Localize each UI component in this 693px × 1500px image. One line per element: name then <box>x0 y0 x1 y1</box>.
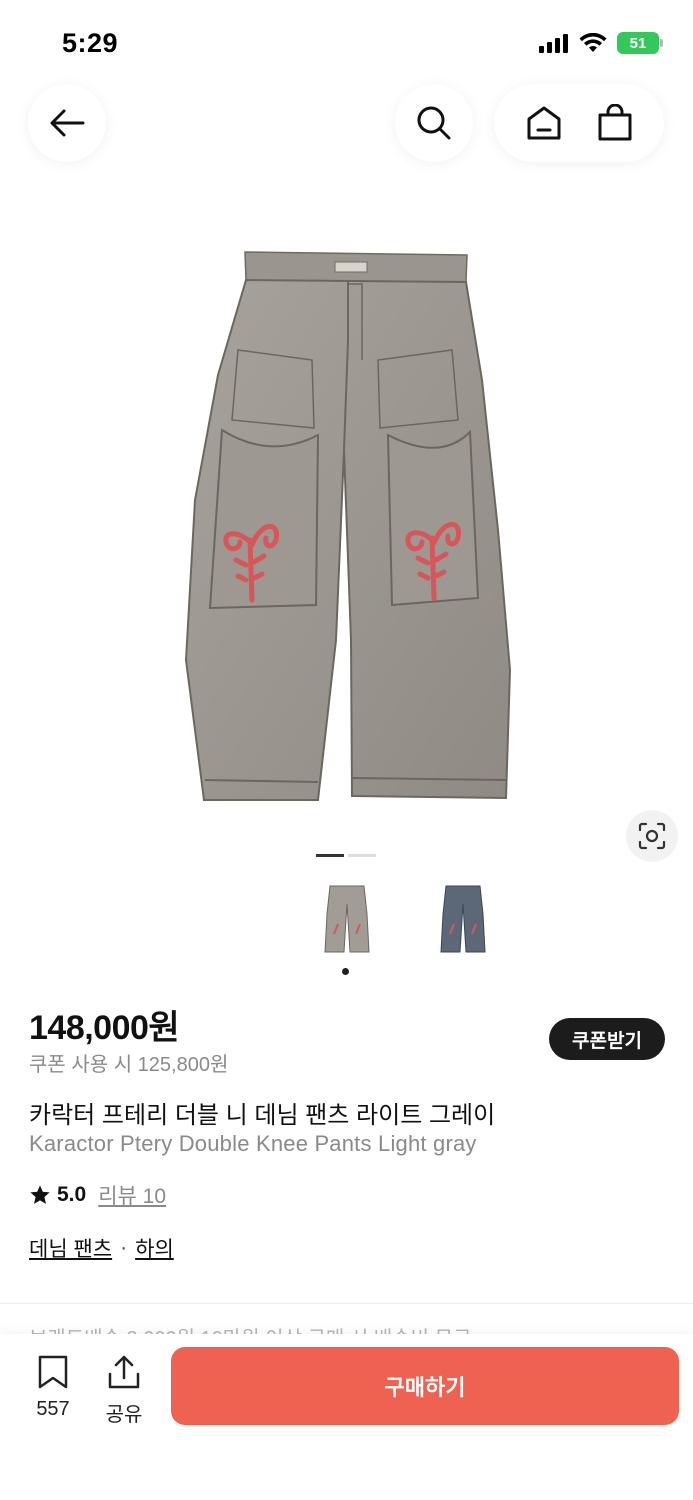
cellular-signal-icon <box>539 34 568 53</box>
search-button[interactable] <box>395 84 473 162</box>
cart-button[interactable] <box>597 104 633 142</box>
bookmark-button[interactable]: 557 <box>23 1354 83 1421</box>
pager-dot <box>348 854 376 857</box>
rating-row: 5.0 리뷰 10 <box>29 1180 166 1210</box>
share-label: 공유 <box>105 1404 143 1426</box>
home-button[interactable] <box>526 105 562 141</box>
nav-action-group <box>494 84 664 162</box>
arrow-left-icon <box>50 109 85 137</box>
status-time: 5:29 <box>62 28 119 58</box>
battery-icon: 51 <box>617 32 663 54</box>
bookmark-count: 557 <box>36 1398 70 1420</box>
bookmark-icon <box>38 1355 68 1389</box>
image-pager <box>316 854 376 857</box>
pager-dot-active <box>316 854 344 857</box>
back-button[interactable] <box>28 84 106 162</box>
pants-thumbnail-gray <box>324 885 370 953</box>
denim-pants-image <box>184 251 512 801</box>
star-icon <box>30 1185 50 1204</box>
camera-scan-icon <box>638 822 666 850</box>
category-bottoms-link[interactable]: 하의 <box>135 1233 174 1263</box>
product-title-korean: 카락터 프테리 더블 니 데님 팬츠 라이트 그레이 <box>29 1102 496 1129</box>
thumbnail-blue-denim[interactable] <box>434 884 492 958</box>
selected-thumbnail-indicator <box>342 968 349 975</box>
bottom-action-bar: 557 공유 구매하기 <box>0 1334 693 1500</box>
battery-level: 51 <box>629 34 647 52</box>
product-title-english: Karactor Ptery Double Knee Pants Light g… <box>29 1131 477 1156</box>
wifi-icon <box>579 33 607 52</box>
status-indicators: 51 <box>539 32 663 54</box>
rating-value: 5.0 <box>57 1183 87 1206</box>
status-bar: 5:29 51 <box>0 0 693 84</box>
coupon-price: 쿠폰 사용 시 125,800원 <box>29 1054 229 1076</box>
get-coupon-button[interactable]: 쿠폰받기 <box>549 1018 665 1060</box>
color-thumbnails <box>318 884 492 958</box>
pants-thumbnail-blue <box>440 885 486 953</box>
product-image[interactable] <box>0 200 693 840</box>
category-separator: · <box>120 1236 128 1259</box>
buy-button[interactable]: 구매하기 <box>171 1347 679 1425</box>
share-icon <box>108 1355 140 1389</box>
shopping-bag-icon <box>598 104 631 141</box>
category-breadcrumb: 데님 팬츠 · 하의 <box>29 1233 174 1263</box>
product-price: 148,000원 <box>29 1009 180 1047</box>
search-icon <box>417 106 451 140</box>
review-link[interactable]: 리뷰 10 <box>98 1180 166 1210</box>
visual-search-button[interactable] <box>626 810 678 862</box>
thumbnail-light-gray[interactable] <box>318 884 376 958</box>
section-divider <box>0 1303 693 1304</box>
share-button[interactable]: 공유 <box>94 1354 154 1427</box>
category-denim-pants-link[interactable]: 데님 팬츠 <box>29 1233 112 1263</box>
home-icon <box>527 106 560 140</box>
